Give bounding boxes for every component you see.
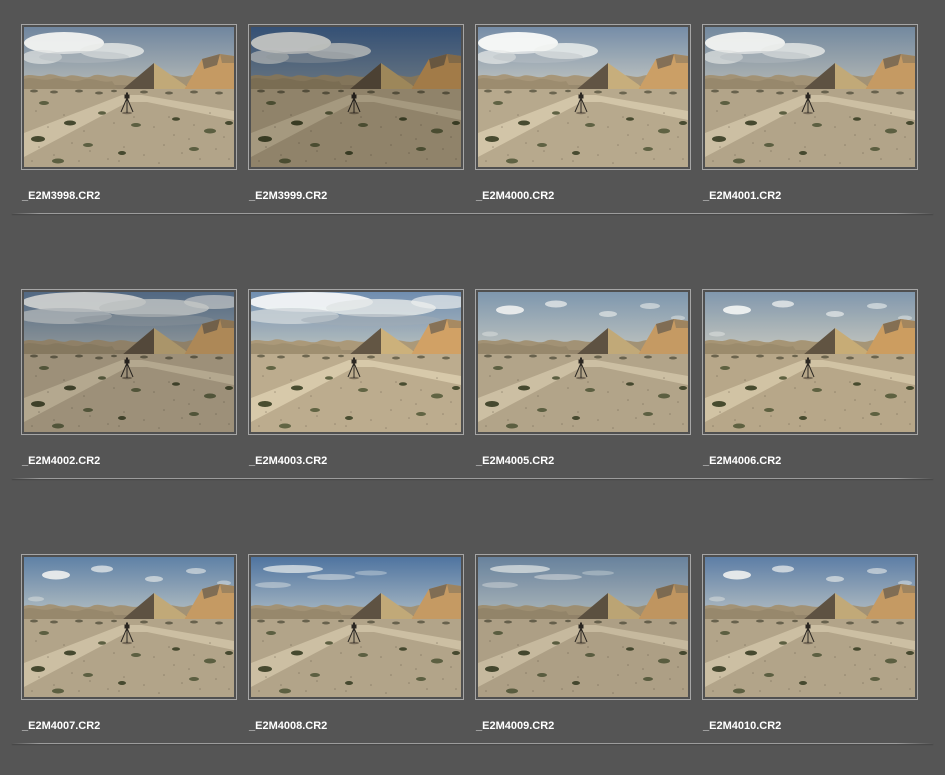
photo-thumbnail[interactable]: _E2M3998.CR2 xyxy=(21,24,237,203)
filename-label[interactable]: _E2M4002.CR2 xyxy=(22,455,237,468)
row-divider xyxy=(12,478,933,479)
thumbnail-photo xyxy=(705,557,915,697)
thumbnail-frame[interactable] xyxy=(248,554,464,700)
landscape-scene xyxy=(24,292,234,432)
photo-thumbnail[interactable]: _E2M4005.CR2 xyxy=(475,289,691,468)
landscape-scene xyxy=(705,27,915,167)
thumbnail-frame[interactable] xyxy=(475,289,691,435)
pyramid-hill xyxy=(576,328,646,355)
filename-label[interactable]: _E2M3998.CR2 xyxy=(22,190,237,203)
thumbnail-frame[interactable] xyxy=(248,24,464,170)
pyramid-hill xyxy=(576,593,646,620)
photo-thumbnail[interactable]: _E2M4001.CR2 xyxy=(702,24,918,203)
thumbnail-row: _E2M3998.CR2 xyxy=(21,24,945,214)
landscape-scene xyxy=(251,27,461,167)
photo-thumbnail[interactable]: _E2M4003.CR2 xyxy=(248,289,464,468)
landscape-scene xyxy=(705,292,915,432)
thumbnail-frame[interactable] xyxy=(21,24,237,170)
pyramid-hill xyxy=(803,593,873,620)
landscape-scene xyxy=(478,292,688,432)
thumbnail-frame[interactable] xyxy=(21,554,237,700)
photo-thumbnail[interactable]: _E2M4008.CR2 xyxy=(248,554,464,733)
thumbnail-photo xyxy=(24,292,234,432)
thumbnail-photo xyxy=(478,557,688,697)
thumbnail-photo xyxy=(251,27,461,167)
photo-thumbnail[interactable]: _E2M4010.CR2 xyxy=(702,554,918,733)
landscape-scene xyxy=(24,557,234,697)
thumbnail-photo xyxy=(24,557,234,697)
landscape-scene xyxy=(24,27,234,167)
thumbnail-row: _E2M4007.CR2 xyxy=(21,554,945,744)
row-divider xyxy=(12,213,933,214)
filename-label[interactable]: _E2M4003.CR2 xyxy=(249,455,464,468)
thumbnail-photo xyxy=(251,557,461,697)
thumbnail-photo xyxy=(24,27,234,167)
pyramid-hill xyxy=(803,328,873,355)
landscape-scene xyxy=(478,27,688,167)
thumbnail-row-cards: _E2M4002.CR2 xyxy=(21,289,945,468)
pyramid-hill xyxy=(349,63,419,90)
photo-thumbnail[interactable]: _E2M4000.CR2 xyxy=(475,24,691,203)
landscape-scene xyxy=(705,557,915,697)
landscape-scene xyxy=(478,557,688,697)
thumbnail-photo xyxy=(478,292,688,432)
landscape-scene xyxy=(251,557,461,697)
thumbnail-frame[interactable] xyxy=(702,289,918,435)
thumbnail-row-cards: _E2M4007.CR2 xyxy=(21,554,945,733)
pyramid-hill xyxy=(803,63,873,90)
photo-thumbnail[interactable]: _E2M4007.CR2 xyxy=(21,554,237,733)
thumbnail-photo xyxy=(705,292,915,432)
thumbnail-frame[interactable] xyxy=(475,24,691,170)
pyramid-hill xyxy=(122,593,192,620)
thumbnail-frame[interactable] xyxy=(248,289,464,435)
landscape-scene xyxy=(251,292,461,432)
thumbnail-row: _E2M4002.CR2 xyxy=(21,289,945,479)
pyramid-hill xyxy=(349,593,419,620)
pyramid-hill xyxy=(122,328,192,355)
photo-thumbnail[interactable]: _E2M4002.CR2 xyxy=(21,289,237,468)
pyramid-hill xyxy=(576,63,646,90)
thumbnail-frame[interactable] xyxy=(702,554,918,700)
thumbnail-photo xyxy=(478,27,688,167)
filename-label[interactable]: _E2M4000.CR2 xyxy=(476,190,691,203)
filename-label[interactable]: _E2M4007.CR2 xyxy=(22,720,237,733)
filename-label[interactable]: _E2M4001.CR2 xyxy=(703,190,918,203)
filename-label[interactable]: _E2M4006.CR2 xyxy=(703,455,918,468)
photo-thumbnail[interactable]: _E2M4006.CR2 xyxy=(702,289,918,468)
thumbnail-grid: _E2M3998.CR2 xyxy=(0,0,945,744)
thumbnail-frame[interactable] xyxy=(475,554,691,700)
filename-label[interactable]: _E2M4008.CR2 xyxy=(249,720,464,733)
filename-label[interactable]: _E2M4005.CR2 xyxy=(476,455,691,468)
row-divider xyxy=(12,743,933,744)
photo-thumbnail[interactable]: _E2M4009.CR2 xyxy=(475,554,691,733)
pyramid-hill xyxy=(349,328,419,355)
thumbnail-frame[interactable] xyxy=(702,24,918,170)
photo-thumbnail[interactable]: _E2M3999.CR2 xyxy=(248,24,464,203)
thumbnail-frame[interactable] xyxy=(21,289,237,435)
filename-label[interactable]: _E2M4009.CR2 xyxy=(476,720,691,733)
filename-label[interactable]: _E2M4010.CR2 xyxy=(703,720,918,733)
thumbnail-photo xyxy=(705,27,915,167)
pyramid-hill xyxy=(122,63,192,90)
thumbnail-photo xyxy=(251,292,461,432)
thumbnail-row-cards: _E2M3998.CR2 xyxy=(21,24,945,203)
filename-label[interactable]: _E2M3999.CR2 xyxy=(249,190,464,203)
